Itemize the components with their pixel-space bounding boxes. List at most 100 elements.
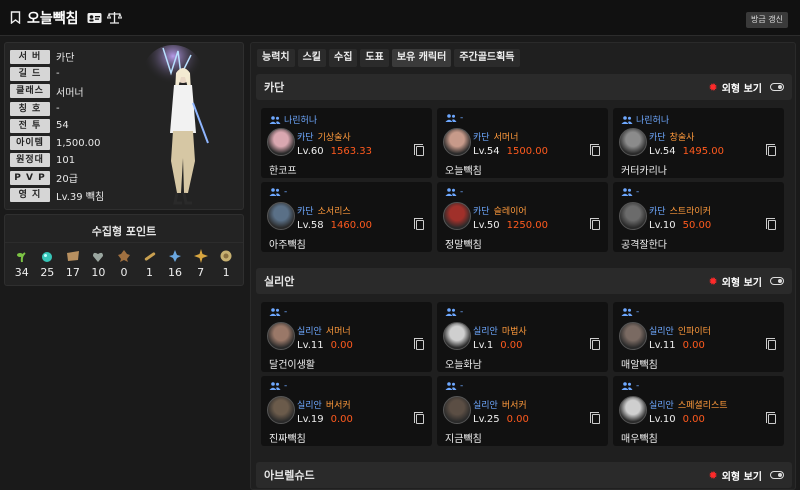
appearance-view-label: 외형 보기 xyxy=(721,277,762,289)
refresh-button[interactable]: 방금 갱신 xyxy=(746,12,788,28)
copy-icon[interactable] xyxy=(590,412,600,424)
character-level-line: Lv.60 1563.33 xyxy=(297,146,372,157)
character-card[interactable]: - 카단 소서리스 Lv.58 1460.00 아주빽침 xyxy=(261,182,432,252)
character-card[interactable]: - 실리안 서머너 Lv.11 0.00 달건이생활 xyxy=(261,302,432,372)
stat-value: 101 xyxy=(56,154,76,166)
character-card[interactable]: - 카단 슬레이어 Lv.50 1250.00 정말빽침 xyxy=(437,182,608,252)
toggle-icon[interactable] xyxy=(770,471,784,479)
tab-item[interactable]: 수집 xyxy=(329,49,358,67)
character-card[interactable]: - 실리안 버서커 Lv.19 0.00 진짜빽침 xyxy=(261,376,432,446)
character-avatar xyxy=(443,128,471,156)
character-level: Lv.19 xyxy=(297,414,324,425)
character-server: 카단 xyxy=(473,207,490,217)
guild-name: - xyxy=(460,187,464,197)
character-server: 실리안 xyxy=(297,401,322,411)
character-class: 소서리스 xyxy=(317,207,351,217)
copy-icon[interactable] xyxy=(414,338,424,350)
character-class-line: 실리안 마법사 xyxy=(473,324,527,337)
character-server: 카단 xyxy=(649,133,666,143)
copy-icon[interactable] xyxy=(766,144,776,156)
tab-item[interactable]: 능력치 xyxy=(257,49,295,67)
character-level: Lv.58 xyxy=(297,220,324,231)
character-avatar xyxy=(619,322,647,350)
character-card[interactable]: - 실리안 스페셜리스트 Lv.10 0.00 매우빽침 xyxy=(613,376,784,446)
tab-item[interactable]: 주간골드획득 xyxy=(454,49,520,67)
item-level: 1563.33 xyxy=(330,146,372,157)
collect-value: 7 xyxy=(197,266,205,279)
item-level: 0.00 xyxy=(330,340,353,351)
stat-label: 칭 호 xyxy=(10,101,50,116)
character-card[interactable]: 나린허나 카단 창술사 Lv.54 1495.00 커터카리나 xyxy=(613,108,784,178)
character-name: 오늘빽침 xyxy=(27,10,79,27)
item-level: 50.00 xyxy=(682,220,712,231)
appearance-view-toggle[interactable]: ✹ 외형 보기 xyxy=(708,468,784,483)
character-class-line: 실리안 인파이터 xyxy=(649,324,711,337)
copy-icon[interactable] xyxy=(590,338,600,350)
copy-icon[interactable] xyxy=(766,338,776,350)
guild-name: - xyxy=(460,307,464,317)
server-name: 실리안 xyxy=(264,275,295,288)
appearance-view-toggle[interactable]: ✹ 외형 보기 xyxy=(708,274,784,289)
item-level: 0.00 xyxy=(506,414,529,425)
burst-icon: ✹ xyxy=(708,468,718,482)
copy-icon[interactable] xyxy=(766,218,776,230)
id-card-icon[interactable] xyxy=(87,12,102,24)
copy-icon[interactable] xyxy=(414,144,424,156)
tab-item[interactable]: 도표 xyxy=(360,49,389,67)
sea-bounty-icon xyxy=(143,249,157,263)
great-art-icon xyxy=(66,249,80,263)
collect-value: 0 xyxy=(120,266,128,279)
copy-icon[interactable] xyxy=(590,144,600,156)
stat-value: - xyxy=(56,68,60,80)
toggle-icon[interactable] xyxy=(770,83,784,91)
character-server: 실리안 xyxy=(473,327,498,337)
character-avatar xyxy=(619,128,647,156)
character-avatar xyxy=(443,322,471,350)
character-class: 창술사 xyxy=(669,133,695,143)
copy-icon[interactable] xyxy=(590,218,600,230)
profile-stats: 서 버 카단 길 드 - 클래스 서머너 칭 호-전 투 54 아이템 1,500.00 원정대 10… xyxy=(10,48,104,204)
copy-icon[interactable] xyxy=(414,412,424,424)
stat-label: 클래스 xyxy=(10,84,50,99)
character-name: 커터카리나 xyxy=(621,166,667,177)
character-class: 서머너 xyxy=(325,327,351,337)
collect-item: 7 xyxy=(189,249,213,279)
appearance-view-toggle[interactable]: ✹ 외형 보기 xyxy=(708,80,784,95)
collect-points-title: 수집형 포인트 xyxy=(5,215,243,243)
character-card[interactable]: - 카단 스트라이커 Lv.10 50.00 공격잘한다 xyxy=(613,182,784,252)
tab-item[interactable]: 스킬 xyxy=(297,49,327,67)
character-card[interactable]: - 카단 서머너 Lv.54 1500.00 오늘빽침 xyxy=(437,108,608,178)
stat-value: - xyxy=(56,103,60,115)
character-grid: - 실리안 서머너 Lv.11 0.00 달건이생활 - 실리안 마법사 Lv.1 0.00 오늘화남… xyxy=(261,302,787,446)
guild-members-icon xyxy=(621,382,633,390)
collect-value: 1 xyxy=(146,266,153,279)
character-name: 오늘화남 xyxy=(445,360,482,371)
character-class-line: 카단 창술사 xyxy=(649,130,694,143)
guild-members-icon xyxy=(445,382,457,390)
character-card[interactable]: - 실리안 인파이터 Lv.11 0.00 매알빽침 xyxy=(613,302,784,372)
guild-row: - xyxy=(445,381,463,391)
copy-icon[interactable] xyxy=(766,412,776,424)
bookmark-icon[interactable] xyxy=(10,11,21,24)
character-card[interactable]: - 실리안 마법사 Lv.1 0.00 오늘화남 xyxy=(437,302,608,372)
copy-icon[interactable] xyxy=(414,218,424,230)
tab-item[interactable]: 보유 캐릭터 xyxy=(391,49,452,67)
character-card[interactable]: - 실리안 버서커 Lv.25 0.00 지금빽침 xyxy=(437,376,608,446)
character-class-line: 실리안 버서커 xyxy=(297,398,351,411)
server-header: 아브렐슈드 ✹ 외형 보기 xyxy=(256,462,792,488)
toggle-icon[interactable] xyxy=(770,277,784,285)
guild-members-icon xyxy=(445,188,457,196)
stat-value: 20급 xyxy=(56,174,78,186)
collect-value: 1 xyxy=(222,266,230,279)
character-card[interactable]: 나린허나 카단 기상술사 Lv.60 1563.33 한코프 xyxy=(261,108,432,178)
collect-points-panel: 수집형 포인트 34 25 17 10 0 1 16 7 1 xyxy=(4,214,244,286)
character-level-line: Lv.54 1500.00 xyxy=(473,146,548,157)
scale-icon[interactable] xyxy=(106,11,122,24)
collect-value: 16 xyxy=(168,266,183,279)
character-name: 한코프 xyxy=(269,166,297,177)
appearance-view-label: 외형 보기 xyxy=(721,471,762,483)
character-class-line: 카단 소서리스 xyxy=(297,204,351,217)
item-level: 0.00 xyxy=(682,340,705,351)
item-level: 0.00 xyxy=(500,340,523,351)
character-avatar xyxy=(267,128,295,156)
